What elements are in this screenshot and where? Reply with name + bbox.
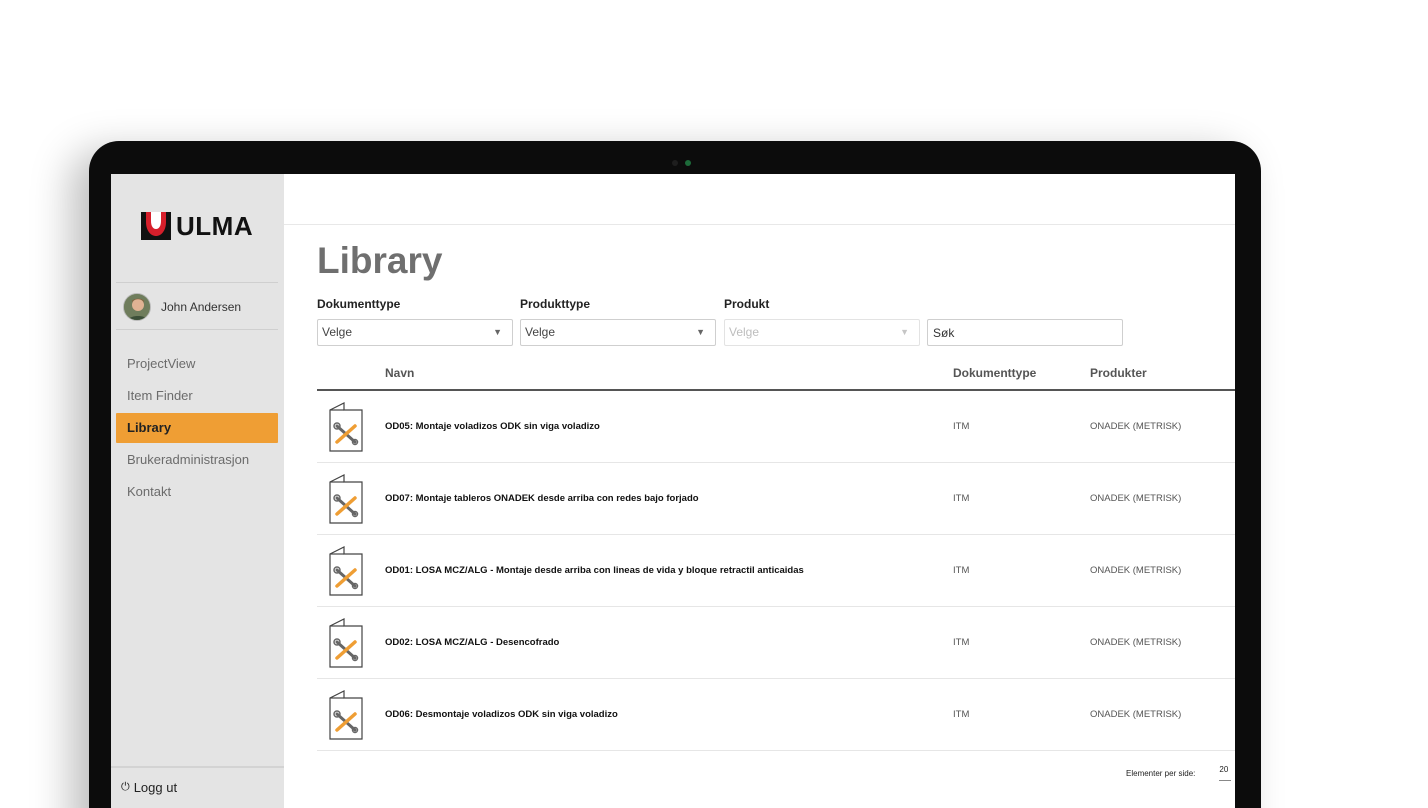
table-row[interactable]: OD02: LOSA MCZ/ALG - Desencofrado ITM ON… — [317, 607, 1235, 679]
document-tools-icon — [329, 690, 363, 740]
document-tools-icon — [329, 546, 363, 596]
filter-produkt: Produkt Velge ▼ — [724, 297, 920, 346]
produkt-select[interactable]: Velge ▼ — [724, 319, 920, 346]
sidebar: ULMA John Andersen ProjectView Item Find… — [111, 174, 284, 808]
select-value: Velge — [729, 325, 760, 339]
document-name[interactable]: OD05: Montaje voladizos ODK sin viga vol… — [385, 421, 600, 432]
laptop-frame: ULMA John Andersen ProjectView Item Find… — [89, 141, 1261, 808]
sidebar-item-brukeradministrasjon[interactable]: Brukeradministrasjon — [116, 445, 278, 475]
document-products: ONADEK (METRISK) — [1090, 565, 1182, 576]
document-products: ONADEK (METRISK) — [1090, 637, 1182, 648]
select-value: Velge — [525, 325, 556, 339]
filter-label: Dokumenttype — [317, 297, 401, 311]
column-header-dokumenttype[interactable]: Dokumenttype — [953, 366, 1036, 380]
camera-lens — [672, 160, 678, 166]
table-body: OD05: Montaje voladizos ODK sin viga vol… — [317, 391, 1235, 751]
caret-down-icon: ▼ — [900, 327, 909, 337]
document-name[interactable]: OD06: Desmontaje voladizos ODK sin viga … — [385, 709, 618, 720]
filter-label: Produkt — [724, 297, 770, 311]
produkttype-select[interactable]: Velge ▼ — [520, 319, 716, 346]
sidebar-nav: ProjectView Item Finder Library Brukerad… — [116, 349, 278, 509]
user-profile[interactable]: John Andersen — [123, 293, 241, 321]
table-row[interactable]: OD05: Montaje voladizos ODK sin viga vol… — [317, 391, 1235, 463]
pagination: Elementer per side: 20 — [1126, 766, 1232, 781]
document-products: ONADEK (METRISK) — [1090, 421, 1182, 432]
document-type: ITM — [953, 421, 970, 432]
document-name[interactable]: OD07: Montaje tableros ONADEK desde arri… — [385, 493, 699, 504]
column-header-produkter[interactable]: Produkter — [1090, 366, 1147, 380]
page-size-select[interactable]: 20 — [1219, 766, 1232, 781]
document-name[interactable]: OD01: LOSA MCZ/ALG - Montaje desde arrib… — [385, 565, 804, 576]
app-screen: ULMA John Andersen ProjectView Item Find… — [111, 174, 1235, 808]
document-tools-icon — [329, 474, 363, 524]
column-header-navn[interactable]: Navn — [385, 366, 414, 380]
divider — [116, 329, 278, 330]
header-divider — [284, 224, 1235, 225]
table-header: Navn Dokumenttype Produkter — [317, 362, 1235, 391]
divider — [111, 766, 284, 768]
caret-down-icon: ▼ — [493, 327, 502, 337]
filter-label: Produkttype — [520, 297, 591, 311]
filter-produkttype: Produkttype Velge ▼ — [520, 297, 716, 346]
select-value: Velge — [322, 325, 353, 339]
filter-dokumenttype: Dokumenttype Velge ▼ — [317, 297, 513, 346]
table-row[interactable]: OD01: LOSA MCZ/ALG - Montaje desde arrib… — [317, 535, 1235, 607]
avatar-photo-icon — [124, 294, 150, 320]
document-name[interactable]: OD02: LOSA MCZ/ALG - Desencofrado — [385, 637, 559, 648]
main-content: Library Dokumenttype Velge ▼ Produkttype… — [284, 174, 1235, 808]
caret-down-icon: ▼ — [696, 327, 705, 337]
sidebar-item-projectview[interactable]: ProjectView — [116, 349, 278, 379]
sidebar-item-item-finder[interactable]: Item Finder — [116, 381, 278, 411]
document-type: ITM — [953, 565, 970, 576]
table-row[interactable]: OD06: Desmontaje voladizos ODK sin viga … — [317, 679, 1235, 751]
document-type: ITM — [953, 493, 970, 504]
brand-name: ULMA — [176, 211, 254, 241]
camera-indicator-light — [685, 160, 691, 166]
divider — [116, 282, 278, 283]
user-name: John Andersen — [161, 300, 242, 314]
page-title: Library — [317, 240, 443, 281]
logout-button[interactable]: ⏻ Logg ut — [121, 780, 177, 795]
ulma-logo[interactable]: ULMA — [141, 212, 253, 240]
document-type: ITM — [953, 637, 970, 648]
document-products: ONADEK (METRISK) — [1090, 709, 1182, 720]
search-input[interactable] — [927, 319, 1123, 346]
power-icon: ⏻ — [121, 781, 130, 793]
document-tools-icon — [329, 618, 363, 668]
document-type: ITM — [953, 709, 970, 720]
document-products: ONADEK (METRISK) — [1090, 493, 1182, 504]
logout-label: Logg ut — [133, 780, 178, 795]
document-tools-icon — [329, 402, 363, 452]
page-size-label: Elementer per side: — [1126, 769, 1196, 778]
documents-table: Navn Dokumenttype Produkter OD05: Montaj… — [317, 362, 1235, 751]
sidebar-item-library[interactable]: Library — [116, 413, 278, 443]
ulma-logo-mark-icon — [141, 212, 171, 240]
table-row[interactable]: OD07: Montaje tableros ONADEK desde arri… — [317, 463, 1235, 535]
sidebar-item-kontakt[interactable]: Kontakt — [116, 477, 278, 507]
camera — [672, 160, 702, 166]
dokumenttype-select[interactable]: Velge ▼ — [317, 319, 513, 346]
avatar[interactable] — [123, 293, 151, 321]
